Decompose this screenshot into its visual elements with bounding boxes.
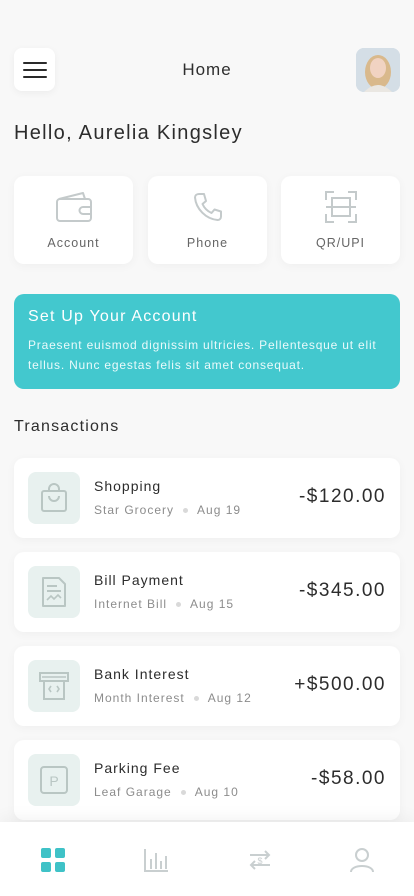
quick-actions: Account Phone QR/UPI [14,176,400,264]
transaction-subtitle: Month Interest Aug 12 [94,691,252,705]
transaction-title: Bank Interest [94,666,190,682]
chart-icon [144,849,168,872]
setup-account-banner[interactable]: Set Up Your Account Praesent euismod dig… [14,294,400,389]
separator-dot [183,507,189,513]
transaction-title: Bill Payment [94,572,184,588]
banner-text: Praesent euismod dignissim ultricies. Pe… [28,338,377,372]
transfer-icon: $ [249,850,271,870]
transaction-amount: +$500.00 [294,674,386,695]
nav-transfer[interactable]: $ [246,846,274,874]
separator-dot [180,789,186,795]
transaction-merchant: Star Grocery [94,503,175,517]
qr-scan-icon [324,191,357,223]
transaction-icon [28,660,80,712]
transaction-icon: P [28,754,80,806]
transaction-icon [28,566,80,618]
page-title: Home [182,60,232,79]
transaction-date: Aug 12 [207,691,252,705]
phone-button[interactable]: Phone [148,176,267,264]
banner-title: Set Up Your Account [28,308,198,325]
account-button[interactable]: Account [14,176,133,264]
transaction-icon [28,472,80,524]
bottom-nav: $ [0,822,414,896]
transaction-amount: -$58.00 [311,768,386,789]
separator-dot [193,695,199,701]
home-screen: Home Hello, Aurelia Kingsley Account Pho… [0,0,414,896]
qr-upi-button[interactable]: QR/UPI [281,176,400,264]
header: Home [14,48,400,92]
transaction-subtitle: Star Grocery Aug 19 [94,503,241,517]
transaction-subtitle: Leaf Garage Aug 10 [94,785,239,799]
account-label: Account [47,236,100,250]
transaction-amount: -$345.00 [298,580,386,601]
phone-label: Phone [186,236,229,250]
transaction-subtitle: Internet Bill Aug 15 [94,597,234,611]
profile-icon [350,848,374,873]
transaction-title: Shopping [94,478,162,494]
dashboard-icon [41,848,65,872]
phone-icon [193,193,222,221]
nav-profile[interactable] [348,846,376,874]
transaction-date: Aug 15 [190,597,235,611]
shopping-bag-icon [41,483,67,512]
transactions-title: Transactions [14,418,120,435]
transaction-date: Aug 19 [197,503,242,517]
greeting: Hello, Aurelia Kingsley [14,122,243,144]
transaction-date: Aug 10 [194,785,239,799]
bill-icon [42,577,66,607]
wallet-icon [55,192,92,222]
nav-dashboard[interactable] [39,846,67,874]
transaction-merchant: Month Interest [94,691,185,705]
transaction-merchant: Internet Bill [94,597,168,611]
parking-icon: P [40,766,68,794]
nav-statistics[interactable] [142,846,170,874]
transaction-item[interactable]: P Parking Fee Leaf Garage Aug 10 -$58.00 [14,740,400,820]
transaction-item[interactable]: Bank Interest Month Interest Aug 12 +$50… [14,646,400,726]
svg-text:$: $ [257,856,262,866]
qr-upi-label: QR/UPI [315,236,366,250]
transaction-title: Parking Fee [94,760,181,776]
transaction-merchant: Leaf Garage [94,785,172,799]
transaction-item[interactable]: Bill Payment Internet Bill Aug 15 -$345.… [14,552,400,632]
svg-text:P: P [49,773,58,789]
bank-icon [39,672,69,700]
user-avatar-icon [356,48,400,92]
transaction-amount: -$120.00 [298,486,386,507]
separator-dot [176,601,182,607]
avatar[interactable] [356,48,400,92]
transaction-item[interactable]: Shopping Star Grocery Aug 19 -$120.00 [14,458,400,538]
